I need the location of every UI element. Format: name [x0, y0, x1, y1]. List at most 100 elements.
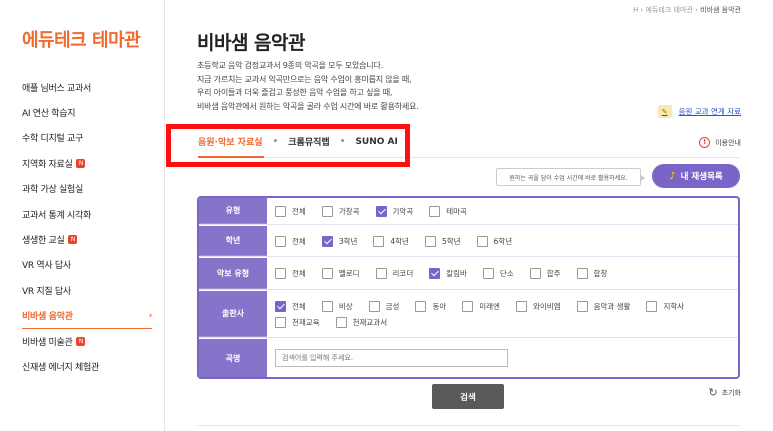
- breadcrumb-current: 비바샘 음악관: [700, 6, 741, 14]
- checkbox[interactable]: [429, 268, 441, 279]
- checkbox[interactable]: [275, 205, 286, 217]
- checkbox[interactable]: [576, 268, 588, 279]
- option-label: 비상: [338, 301, 353, 311]
- option-label: 전체: [292, 269, 306, 278]
- filter-label: 학년: [199, 226, 267, 256]
- score-options: 전체 멜로디 리코더 칼림바 단소 합주 합창: [267, 258, 738, 289]
- sidebar-item-music-hall[interactable]: 비바샘 음악관 ›: [22, 304, 152, 329]
- option-label: 미래엔: [479, 301, 500, 311]
- checkbox[interactable]: [321, 205, 333, 217]
- checkbox[interactable]: [424, 235, 436, 247]
- grade-option[interactable]: 5학년: [424, 233, 461, 249]
- score-option[interactable]: 멜로디: [321, 266, 360, 282]
- publisher-option[interactable]: 음악과 생활: [576, 298, 630, 314]
- publisher-option[interactable]: 미래엔: [462, 298, 500, 314]
- option-label: 와이비엠: [532, 301, 561, 311]
- sidebar-item-science-lab[interactable]: 과학 가상 실험실: [22, 177, 152, 202]
- checkbox[interactable]: [462, 300, 474, 312]
- publisher-option[interactable]: 동아: [415, 298, 446, 314]
- checkbox[interactable]: [321, 235, 333, 247]
- publisher-option[interactable]: 지학사: [646, 298, 684, 314]
- checkbox[interactable]: [375, 268, 387, 279]
- checkbox[interactable]: [515, 300, 527, 312]
- checkbox[interactable]: [375, 205, 387, 217]
- type-option[interactable]: 전체: [275, 203, 306, 219]
- publisher-option[interactable]: 전체: [275, 298, 306, 314]
- checkbox[interactable]: [368, 300, 380, 312]
- usage-guide-link[interactable]: ! 이용안내: [699, 137, 741, 148]
- sidebar-item-live-class[interactable]: 생생한 교실 N: [22, 227, 152, 252]
- option-label: 3학년: [338, 236, 358, 246]
- sidebar-item-stats-visual[interactable]: 교과서 통계 시각화: [22, 202, 152, 227]
- checkbox[interactable]: [321, 300, 333, 312]
- sidebar-item-energy[interactable]: 신재생 에너지 체험관: [22, 354, 152, 379]
- sidebar-item-ai-math[interactable]: AI 연산 학습지: [22, 100, 152, 125]
- option-label: 합주: [546, 269, 561, 278]
- filter-row-score: 악보 유형 전체 멜로디 리코더 칼림바 단소 합주 합창: [199, 258, 738, 290]
- brand-title[interactable]: 에듀테크 테마관: [22, 26, 141, 52]
- sidebar-item-local-resources[interactable]: 지역화 자료실 N: [22, 151, 152, 176]
- checkbox[interactable]: [275, 235, 286, 247]
- filter-label: 곡명: [199, 339, 267, 377]
- checkbox[interactable]: [275, 268, 286, 279]
- checkbox[interactable]: [373, 235, 385, 247]
- option-label: 5학년: [441, 236, 461, 246]
- new-badge: N: [68, 235, 78, 245]
- option-label: 전체: [292, 206, 306, 216]
- search-button[interactable]: 검색: [432, 384, 504, 409]
- option-label: 테마곡: [446, 206, 467, 216]
- sidebar-item-apple-nimbus[interactable]: 애플 님버스 교과서: [22, 75, 152, 100]
- score-option[interactable]: 리코더: [375, 266, 413, 282]
- filter-panel: 유형 전체 가창곡 기악곡 테마곡 학년 전체 3학년 4학년 5학년 6학년 악보 유형 전…: [197, 196, 740, 379]
- publisher-option[interactable]: 금성: [368, 298, 399, 314]
- breadcrumb-parent[interactable]: 에듀테크 테마관: [646, 6, 693, 14]
- score-option[interactable]: 단소: [482, 266, 514, 282]
- type-option[interactable]: 테마곡: [429, 203, 467, 219]
- checkbox[interactable]: [275, 316, 286, 328]
- sidebar-item-vr-geology[interactable]: VR 지질 답사: [22, 278, 152, 303]
- checkbox[interactable]: [529, 268, 541, 279]
- checkbox[interactable]: [646, 300, 658, 312]
- sidebar-item-math-tools[interactable]: 수학 디지털 교구: [22, 126, 152, 151]
- type-options: 전체 가창곡 기악곡 테마곡: [267, 198, 738, 224]
- option-label: 천재교과서: [352, 317, 388, 327]
- checkbox[interactable]: [415, 300, 427, 312]
- grade-option[interactable]: 6학년: [476, 233, 512, 249]
- sidebar-item-art-hall[interactable]: 비바샘 미술관 N: [22, 329, 152, 354]
- checkbox[interactable]: [429, 205, 441, 217]
- filter-label: 유형: [199, 198, 267, 224]
- highlight-box: [166, 124, 410, 167]
- linked-resources-link[interactable]: ✎ 음원 교과 연계 자료: [657, 105, 741, 118]
- type-option[interactable]: 가창곡: [321, 203, 360, 219]
- sidebar-item-vr-history[interactable]: VR 역사 답사: [22, 253, 152, 278]
- checkbox[interactable]: [476, 235, 488, 247]
- publisher-option[interactable]: 천재교육: [275, 314, 320, 330]
- score-option[interactable]: 합주: [529, 266, 561, 282]
- filter-row-type: 유형 전체 가창곡 기악곡 테마곡: [199, 198, 738, 225]
- grade-option[interactable]: 전체: [275, 233, 306, 249]
- option-label: 지학사: [663, 301, 685, 311]
- type-option[interactable]: 기악곡: [375, 203, 413, 219]
- score-option[interactable]: 전체: [275, 266, 306, 282]
- score-option[interactable]: 합창: [576, 266, 607, 282]
- grade-option[interactable]: 4학년: [373, 233, 409, 249]
- score-option[interactable]: 칼림바: [429, 266, 467, 282]
- filter-row-publisher: 출판사 전체 비상 금성 동아 미래엔 와이비엠 음악과 생활 지학사 천재교육 천재교과서: [199, 291, 738, 338]
- checkbox[interactable]: [275, 300, 286, 312]
- home-link[interactable]: H: [633, 6, 638, 14]
- chevron-right-icon: ›: [148, 310, 153, 321]
- my-playlist-button[interactable]: ♪ 내 재생목록: [652, 164, 740, 188]
- checkbox[interactable]: [335, 316, 347, 328]
- filter-label: 악보 유형: [199, 258, 267, 289]
- checkbox[interactable]: [576, 300, 588, 312]
- publisher-option[interactable]: 천재교과서: [335, 314, 388, 330]
- title-search-input[interactable]: [275, 349, 508, 367]
- option-label: 가창곡: [338, 206, 360, 216]
- publisher-option[interactable]: 와이비엠: [515, 298, 561, 314]
- checkbox[interactable]: [482, 268, 494, 279]
- publisher-option[interactable]: 비상: [321, 298, 353, 314]
- checkbox[interactable]: [321, 268, 333, 279]
- grade-option[interactable]: 3학년: [321, 233, 358, 249]
- reset-button[interactable]: ↻ 초기화: [708, 386, 741, 399]
- option-label: 칼림바: [446, 269, 467, 278]
